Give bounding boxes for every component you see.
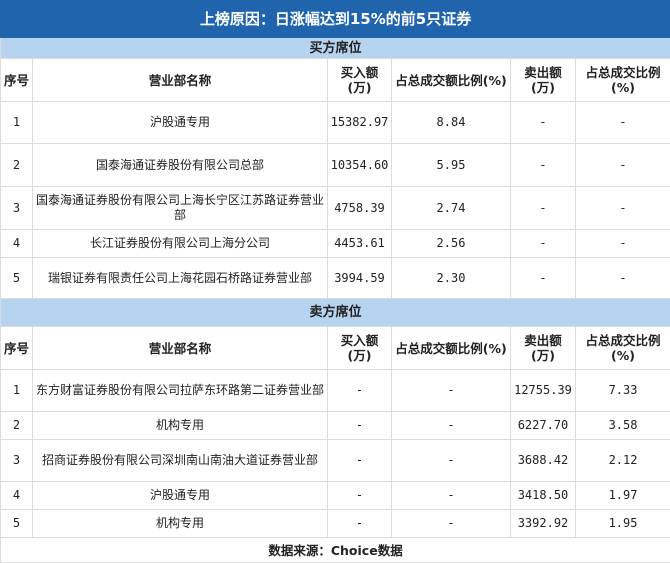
table-cell: -: [327, 411, 392, 440]
table-cell: -: [391, 411, 511, 440]
table-title: 上榜原因：日涨幅达到15%的前5只证券: [0, 0, 670, 38]
table-cell: 沪股通专用: [32, 481, 328, 510]
table-cell: 12755.39: [510, 369, 576, 412]
table-cell: -: [327, 481, 392, 510]
table-row: 5 机构专用 - -3392.92 1.95: [0, 509, 670, 538]
column-header: 序号: [0, 58, 33, 102]
table-cell: 4453.61: [327, 229, 392, 258]
table-row: 2 机构专用 - -6227.70 3.58: [0, 411, 670, 440]
lhb-table-container: 上榜原因：日涨幅达到15%的前5只证券 买方席位 序号 营业部名称 买入额(万) 占总成…: [0, 0, 670, 563]
column-header: 占总成交额比例(%): [391, 326, 511, 370]
table-cell: 8.84: [391, 101, 511, 144]
table-row: 2 国泰海通证券股份有限公司总部 10354.60 5.95- -: [0, 143, 670, 187]
column-header: 卖出额(万): [510, 58, 576, 102]
table-cell: -: [574, 229, 670, 258]
table-row: 1 沪股通专用 15382.97 8.84- -: [0, 101, 670, 144]
column-header: 占总成交比例(%): [574, 58, 670, 102]
table-cell: 国泰海通证券股份有限公司总部: [32, 143, 328, 187]
table-cell: -: [574, 257, 670, 299]
table-row: 4 长江证券股份有限公司上海分公司 4453.61 2.56- -: [0, 229, 670, 258]
column-header: 卖出额(万): [510, 326, 576, 370]
table-cell: 长江证券股份有限公司上海分公司: [32, 229, 328, 258]
table-cell: 15382.97: [327, 101, 392, 144]
column-header: 营业部名称: [32, 58, 328, 102]
table-cell: -: [510, 186, 576, 230]
table-cell: -: [510, 101, 576, 144]
table-cell: -: [510, 257, 576, 299]
sell-section-header: 卖方席位: [0, 298, 670, 327]
table-cell: -: [574, 186, 670, 230]
data-source-footer: 数据来源：Choice数据: [0, 537, 670, 563]
table-cell: 2.74: [391, 186, 511, 230]
table-cell: 2.30: [391, 257, 511, 299]
table-cell: 机构专用: [32, 411, 328, 440]
table-cell: 招商证券股份有限公司深圳南山南油大道证券营业部: [32, 439, 328, 482]
table-cell: 1.97: [574, 481, 670, 510]
table-cell: 2.12: [574, 439, 670, 482]
table-row: 4 沪股通专用 - -3418.50 1.97: [0, 481, 670, 510]
table-cell: 4: [0, 229, 33, 258]
table-cell: 10354.60: [327, 143, 392, 187]
table-cell: 7.33: [574, 369, 670, 412]
table-cell: 2: [0, 411, 33, 440]
table-cell: 1.95: [574, 509, 670, 538]
table-cell: -: [327, 439, 392, 482]
table-cell: -: [510, 143, 576, 187]
table-cell: -: [574, 101, 670, 144]
column-header: 序号: [0, 326, 33, 370]
table-cell: 3.58: [574, 411, 670, 440]
table-cell: 5: [0, 509, 33, 538]
table-cell: 3392.92: [510, 509, 576, 538]
table-cell: 东方财富证券股份有限公司拉萨东环路第二证券营业部: [32, 369, 328, 412]
table-cell: 5: [0, 257, 33, 299]
table-row: 3 招商证券股份有限公司深圳南山南油大道证券营业部 - -3688.42 2.12: [0, 439, 670, 482]
table-row: 1 东方财富证券股份有限公司拉萨东环路第二证券营业部 - -12755.39 7.33: [0, 369, 670, 412]
table-cell: -: [391, 509, 511, 538]
column-header: 占总成交额比例(%): [391, 58, 511, 102]
table-cell: 3688.42: [510, 439, 576, 482]
table-cell: 6227.70: [510, 411, 576, 440]
table-cell: 2.56: [391, 229, 511, 258]
table-row: 3 国泰海通证券股份有限公司上海长宁区江苏路证券营业部 4758.39 2.74- -: [0, 186, 670, 230]
column-header: 占总成交比例(%): [574, 326, 670, 370]
buy-section-header: 买方席位: [0, 37, 670, 59]
table-cell: 1: [0, 101, 33, 144]
table-cell: 4: [0, 481, 33, 510]
table-cell: 3: [0, 439, 33, 482]
table-cell: -: [574, 143, 670, 187]
table-cell: -: [510, 229, 576, 258]
table-cell: 3418.50: [510, 481, 576, 510]
table-cell: 4758.39: [327, 186, 392, 230]
table-cell: -: [391, 481, 511, 510]
table-cell: 2: [0, 143, 33, 187]
table-cell: 1: [0, 369, 33, 412]
table-cell: 瑞银证券有限责任公司上海花园石桥路证券营业部: [32, 257, 328, 299]
table-cell: 沪股通专用: [32, 101, 328, 144]
table-cell: 3994.59: [327, 257, 392, 299]
column-header: 营业部名称: [32, 326, 328, 370]
table-cell: 国泰海通证券股份有限公司上海长宁区江苏路证券营业部: [32, 186, 328, 230]
table-cell: 机构专用: [32, 509, 328, 538]
lhb-table: 上榜原因：日涨幅达到15%的前5只证券 买方席位 序号 营业部名称 买入额(万) 占总成…: [0, 0, 670, 563]
table-cell: -: [327, 509, 392, 538]
table-cell: -: [391, 369, 511, 412]
table-cell: 3: [0, 186, 33, 230]
column-header: 买入额(万): [327, 326, 392, 370]
column-header: 买入额(万): [327, 58, 392, 102]
table-cell: 5.95: [391, 143, 511, 187]
table-cell: -: [391, 439, 511, 482]
table-row: 5 瑞银证券有限责任公司上海花园石桥路证券营业部 3994.59 2.30- -: [0, 257, 670, 299]
table-cell: -: [327, 369, 392, 412]
